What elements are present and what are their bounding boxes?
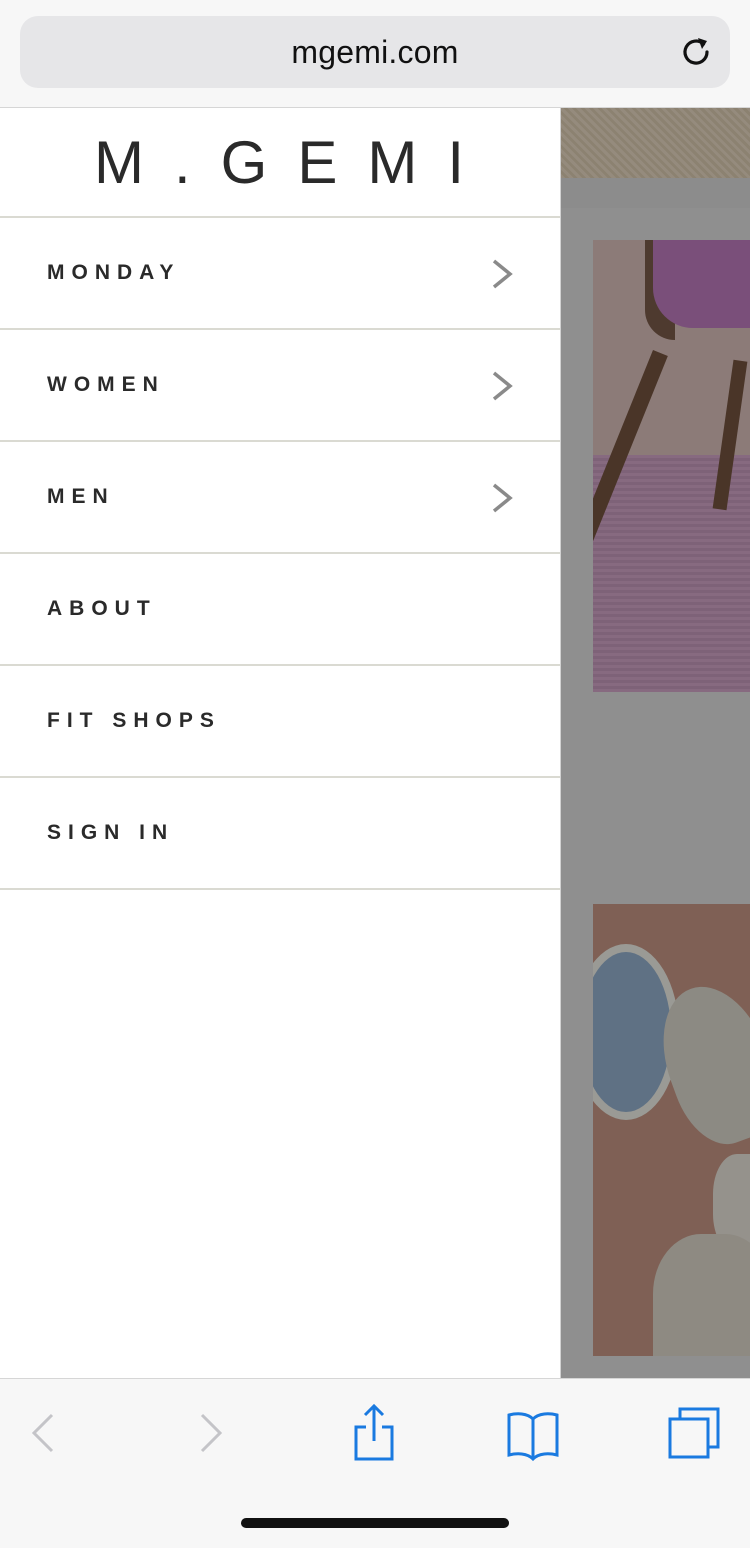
menu-item-label: MEN — [47, 485, 115, 508]
menu-item-about[interactable]: ABOUT — [0, 554, 560, 666]
menu-item-label: FIT SHOPS — [47, 709, 221, 732]
home-indicator[interactable] — [241, 1518, 509, 1528]
chevron-right-icon — [492, 259, 513, 289]
menu-item-label: WOMEN — [47, 373, 165, 396]
menu-list: MONDAY WOMEN MEN ABOUT FIT SHOPS SIGN IN — [0, 218, 560, 890]
menu-item-label: SIGN IN — [47, 821, 175, 844]
shoes-photo — [593, 904, 750, 1356]
tabs-icon[interactable] — [664, 1403, 724, 1463]
logo-text: M.GEMI — [94, 129, 494, 196]
menu-item-label: MONDAY — [47, 261, 181, 284]
brand-logo[interactable]: M.GEMI — [0, 108, 560, 218]
browser-toolbar — [0, 1378, 750, 1548]
carpet-image-strip — [561, 108, 750, 178]
reload-icon[interactable] — [678, 34, 714, 70]
side-menu: M.GEMI MONDAY WOMEN MEN ABOUT FIT SHOPS … — [0, 108, 561, 1378]
menu-item-men[interactable]: MEN — [0, 442, 560, 554]
book-icon[interactable] — [503, 1403, 563, 1463]
share-icon[interactable] — [344, 1403, 404, 1463]
chair-photo — [593, 240, 750, 692]
page: mgemi.com M.GEMI MONDAY WOMEN MEN ABOUT … — [0, 0, 750, 1548]
page-content-overlay[interactable] — [561, 108, 750, 1378]
divider-band — [561, 178, 750, 208]
chevron-right-icon[interactable] — [180, 1403, 240, 1463]
chevron-right-icon — [492, 371, 513, 401]
menu-item-sign-in[interactable]: SIGN IN — [0, 778, 560, 890]
chevron-left-icon[interactable] — [14, 1403, 74, 1463]
menu-item-fit-shops[interactable]: FIT SHOPS — [0, 666, 560, 778]
menu-item-women[interactable]: WOMEN — [0, 330, 560, 442]
url-text[interactable]: mgemi.com — [20, 16, 730, 88]
chevron-right-icon — [492, 483, 513, 513]
menu-item-monday[interactable]: MONDAY — [0, 218, 560, 330]
menu-item-label: ABOUT — [47, 597, 157, 620]
address-bar[interactable]: mgemi.com — [20, 16, 730, 88]
browser-top-bar: mgemi.com — [0, 0, 750, 108]
